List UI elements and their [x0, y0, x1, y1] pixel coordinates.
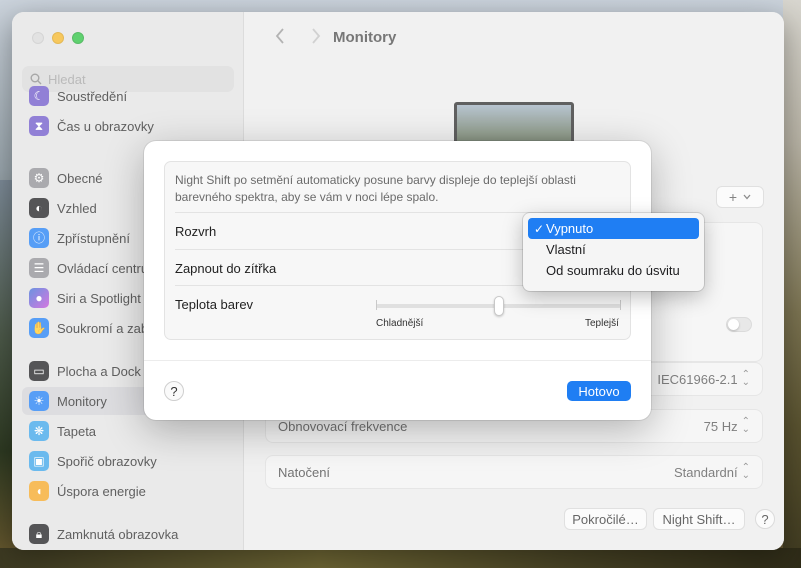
temperature-label: Teplota barev [175, 297, 254, 312]
menu-item-label: Vypnuto [546, 221, 594, 236]
night-shift-description: Night Shift po setmění automaticky posun… [175, 173, 576, 204]
menu-item-off[interactable]: ✓ Vypnuto [528, 218, 699, 239]
slider-min-label: Chladnější [376, 318, 424, 329]
slider-tick [620, 300, 621, 310]
checkmark-icon: ✓ [534, 221, 545, 236]
menu-item-sunset-to-sunrise[interactable]: Od soumraku do úsvitu [528, 260, 699, 281]
slider-max-label: Teplejší [585, 318, 619, 329]
menu-item-label: Od soumraku do úsvitu [546, 263, 680, 278]
sheet-help-button[interactable]: ? [164, 381, 184, 401]
desktop-wallpaper-bottom [0, 548, 801, 568]
done-button[interactable]: Hotovo [567, 381, 631, 401]
schedule-dropdown-menu: ✓ Vypnuto Vlastní Od soumraku do úsvitu [523, 213, 704, 291]
slider-tick [376, 300, 377, 310]
schedule-label: Rozvrh [175, 224, 217, 239]
menu-item-label: Vlastní [546, 242, 586, 257]
menu-item-custom[interactable]: Vlastní [528, 239, 699, 260]
divider [144, 360, 651, 361]
temperature-slider-knob[interactable] [493, 296, 504, 316]
desktop-wallpaper-right [783, 0, 801, 568]
until-tomorrow-label: Zapnout do zítřka [175, 261, 277, 276]
